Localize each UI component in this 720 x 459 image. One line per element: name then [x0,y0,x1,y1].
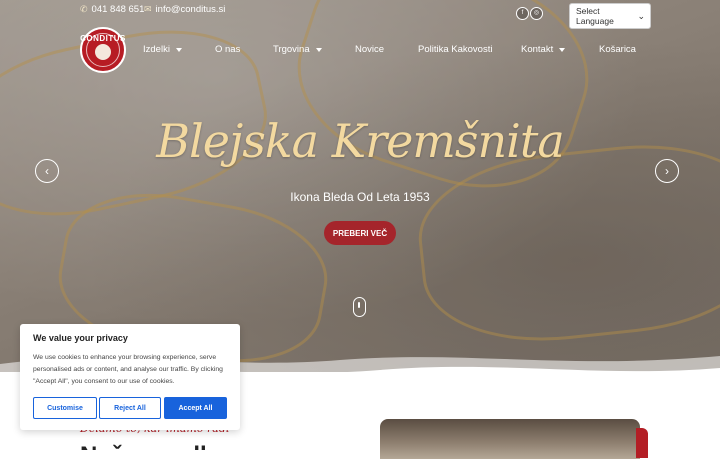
nav-label: Politika Kakovosti [418,44,493,55]
chevron-down-icon: ⌄ [637,10,645,21]
logo-text: CONDITUS [80,34,126,43]
conditus-logo[interactable]: CONDITUS [80,27,126,73]
cookie-customise-button[interactable]: Customise [33,397,97,419]
envelope-icon: ✉ [144,4,152,14]
facebook-icon[interactable]: f [516,7,529,20]
instagram-icon[interactable]: ◎ [530,7,543,20]
phone-icon: ✆ [80,4,88,14]
nav-label: Trgovina [273,44,310,55]
nav-kosarica[interactable]: Košarica [599,44,636,55]
nav-label: Izdelki [143,44,170,55]
phone-contact[interactable]: ✆ 041 848 651 [80,4,144,15]
scroll-mouse-icon[interactable] [353,297,366,317]
nav-kontakt[interactable]: Kontakt [521,44,566,55]
caret-down-icon [175,47,182,52]
nav-trgovina[interactable]: Trgovina [273,44,322,55]
nav-izdelki[interactable]: Izdelki [143,44,182,55]
nav-label: Novice [355,44,385,55]
hero-slider: ✆ 041 848 651 ✉ info@conditus.si f ◎ Sel… [0,0,720,372]
logo-emblem [95,44,111,60]
cookie-text: We use cookies to enhance your browsing … [33,354,223,385]
cookie-consent-banner: We value your privacy We use cookies to … [20,324,240,430]
scroll-dot [358,302,360,308]
hero-subtitle: Ikona Bleda Od Leta 1953 [290,190,430,204]
hero-title: Blejska Kremšnita [156,114,565,168]
cookie-reject-button[interactable]: Reject All [99,397,161,419]
read-more-button[interactable]: PREBERI VEČ [324,221,396,245]
nav-label: Košarica [599,44,636,55]
caret-down-icon [559,47,566,52]
section-heading: Naša zgodba [80,438,350,450]
nav-politika-kakovosti[interactable]: Politika Kakovosti [418,44,492,55]
story-image [380,419,640,459]
section-heading-text: Naša zgodba [80,442,350,450]
email-address: info@conditus.si [155,4,226,15]
language-select-label: Select Language [576,6,614,26]
image-accent-shape [636,428,648,458]
top-bar: ✆ 041 848 651 ✉ info@conditus.si f ◎ Sel… [0,0,720,29]
language-select[interactable]: Select Language ⌄ [569,3,651,29]
email-contact[interactable]: ✉ info@conditus.si [144,4,225,15]
nav-label: Kontakt [521,44,554,55]
nav-label: O nas [215,44,241,55]
cookie-title: We value your privacy [33,333,128,343]
caret-down-icon [315,47,322,52]
phone-number: 041 848 651 [91,4,145,15]
nav-novice[interactable]: Novice [355,44,384,55]
nav-o-nas[interactable]: O nas [215,44,240,55]
cookie-accept-button[interactable]: Accept All [164,397,227,419]
